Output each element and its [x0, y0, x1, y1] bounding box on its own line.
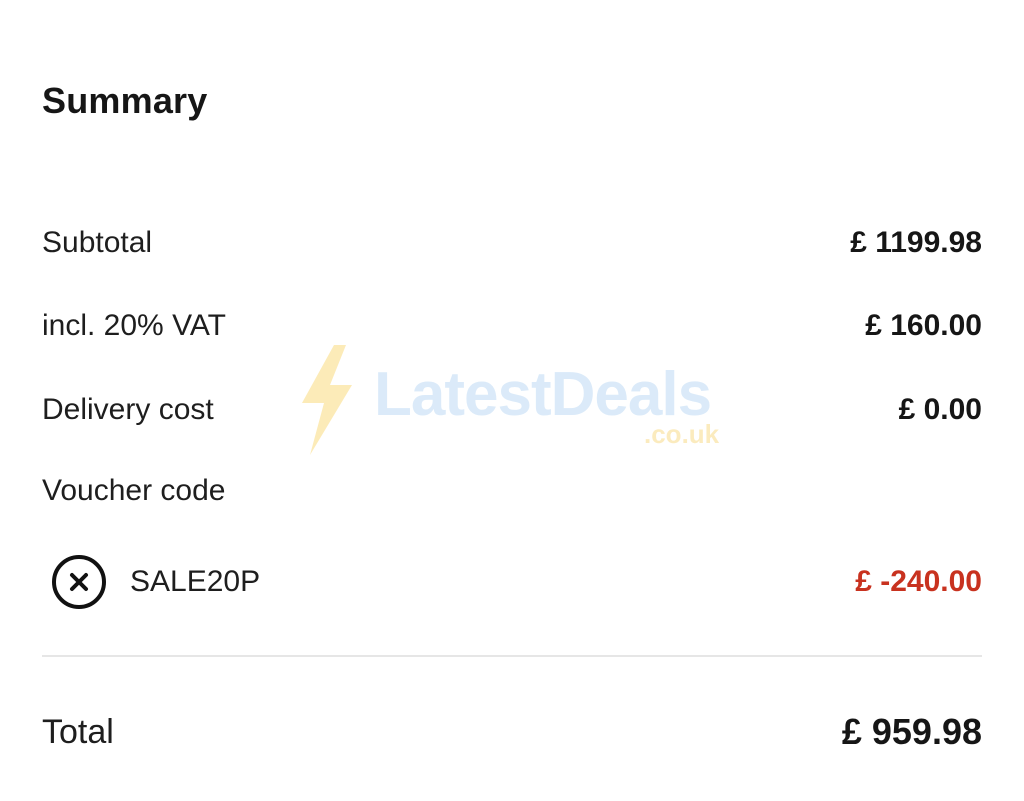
voucher-info: SALE20P	[52, 555, 260, 609]
divider	[42, 655, 982, 657]
subtotal-row: Subtotal £ 1199.98	[42, 221, 982, 265]
delivery-label: Delivery cost	[42, 393, 214, 426]
total-row: Total £ 959.98	[42, 708, 982, 756]
remove-voucher-button[interactable]	[52, 555, 106, 609]
delivery-value: £ 0.00	[898, 393, 982, 426]
total-value: £ 959.98	[841, 711, 982, 752]
vat-label: incl. 20% VAT	[42, 309, 226, 342]
delivery-row: Delivery cost £ 0.00	[42, 388, 982, 432]
vat-value: £ 160.00	[865, 309, 982, 342]
voucher-row: SALE20P £ -240.00	[52, 555, 982, 609]
voucher-code: SALE20P	[130, 565, 261, 598]
voucher-discount-value: £ -240.00	[855, 565, 982, 598]
vat-row: incl. 20% VAT £ 160.00	[42, 304, 982, 348]
voucher-label: Voucher code	[42, 474, 226, 507]
summary-title: Summary	[42, 80, 208, 121]
subtotal-value: £ 1199.98	[850, 226, 982, 259]
close-icon	[70, 573, 88, 591]
total-label: Total	[42, 712, 114, 751]
subtotal-label: Subtotal	[42, 226, 153, 259]
order-summary: Summary Subtotal £ 1199.98 incl. 20% VAT…	[42, 0, 982, 801]
voucher-label-row: Voucher code	[42, 469, 982, 513]
